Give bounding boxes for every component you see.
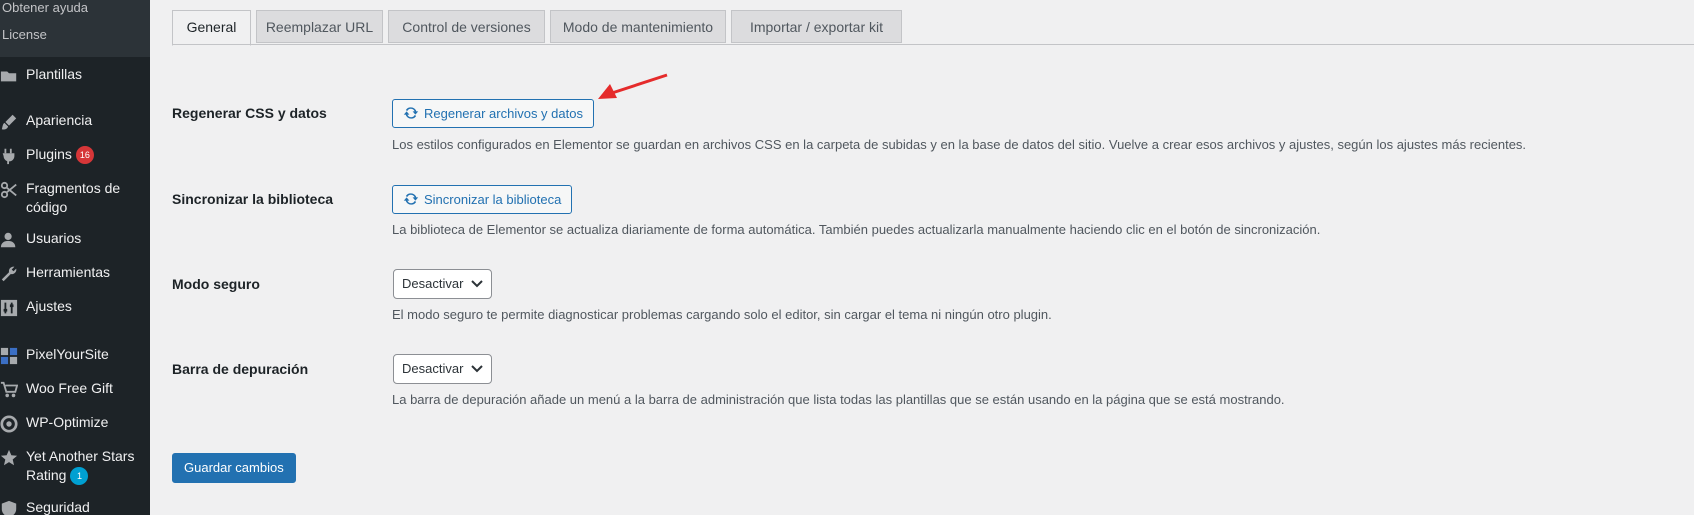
safe-mode-label: Modo seguro [172, 276, 260, 292]
admin-sidebar: Obtener ayuda License Plantillas Aparien… [0, 0, 150, 515]
sync-library-description: La biblioteca de Elementor se actualiza … [392, 222, 1321, 237]
regenerate-label: Regenerar CSS y datos [172, 105, 327, 121]
wrench-icon [1, 266, 17, 282]
sidebar-item-label: Fragmentos de código [26, 180, 121, 215]
sidebar-item-label: Herramientas [26, 264, 111, 280]
submenu-item-license[interactable]: License [2, 27, 47, 42]
debug-bar-label: Barra de depuración [172, 361, 309, 377]
pixelyoursite-icon [0, 347, 18, 365]
sync-library-label: Sincronizar la biblioteca [172, 191, 334, 207]
optimize-icon [0, 415, 18, 433]
sidebar-item-label: Ajustes [26, 298, 72, 314]
tab-importar-exportar-kit[interactable]: Importar / exportar kit [731, 10, 902, 43]
sync-library-button[interactable]: Sincronizar la biblioteca [392, 185, 573, 214]
chevron-down-icon [471, 365, 484, 373]
shield-icon [1, 500, 17, 515]
paintbrush-icon [1, 114, 17, 130]
tab-modo-de-mantenimiento[interactable]: Modo de mantenimiento [550, 10, 726, 43]
safe-mode-description: El modo seguro te permite diagnosticar p… [392, 307, 1052, 322]
plugins-update-badge: 16 [75, 146, 94, 165]
tab-general[interactable]: General [172, 10, 251, 46]
save-changes-button[interactable]: Guardar cambios [172, 453, 296, 483]
tab-reemplazar-url[interactable]: Reemplazar URL [256, 10, 383, 43]
scissors-icon [0, 181, 17, 199]
cart-icon [0, 381, 18, 398]
plugin-icon [2, 148, 15, 165]
tabs-divider [172, 44, 1694, 45]
sidebar-item-label: Apariencia [26, 112, 93, 128]
chevron-down-icon [471, 280, 484, 288]
sidebar-item-label: PixelYourSite [26, 346, 109, 362]
annotation-arrow-icon [598, 73, 668, 99]
sidebar-item-label: WP-Optimize [26, 414, 109, 430]
regenerate-button[interactable]: Regenerar archivos y datos [392, 99, 594, 128]
submenu-item-obtener-ayuda[interactable]: Obtener ayuda [2, 0, 88, 15]
sidebar-item-label: Usuarios [26, 230, 82, 246]
regenerate-description: Los estilos configurados en Elementor se… [392, 137, 1527, 152]
safe-mode-select[interactable]: Desactivar [393, 269, 493, 299]
user-icon [0, 232, 16, 248]
debug-bar-description: La barra de depuración añade un menú a l… [392, 392, 1285, 407]
sidebar-item-label: Woo Free Gift [26, 380, 113, 396]
sidebar-item-label: Plugins [26, 146, 72, 162]
regenerate-button-label: Regenerar archivos y datos [424, 106, 583, 121]
refresh-icon [403, 193, 419, 205]
sync-library-button-label: Sincronizar la biblioteca [424, 192, 562, 207]
star-icon [0, 449, 18, 466]
debug-bar-select[interactable]: Desactivar [393, 354, 493, 384]
sidebar-item-label: Plantillas [26, 66, 83, 82]
safe-mode-value: Desactivar [402, 276, 464, 291]
stars-rating-badge: 1 [70, 467, 89, 486]
elementor-submenu: Obtener ayuda License [0, 0, 150, 57]
sidebar-item-label: Seguridad [26, 499, 90, 515]
settings-sliders-icon [0, 299, 18, 317]
folder-icon [0, 71, 17, 82]
tab-control-de-versiones[interactable]: Control de versiones [388, 10, 545, 43]
debug-bar-value: Desactivar [402, 361, 464, 376]
refresh-icon [403, 107, 419, 119]
